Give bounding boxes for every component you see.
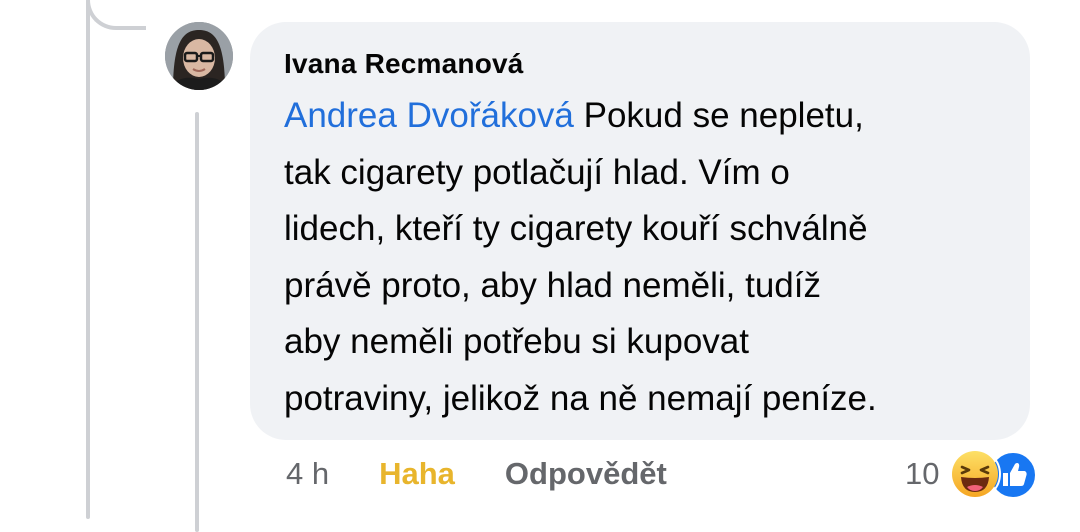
comment-line: Pokud se nepletu,	[573, 96, 864, 135]
haha-reaction-button[interactable]: Haha	[379, 456, 455, 492]
reaction-summary[interactable]: 10	[905, 448, 1038, 500]
comment-actions: 4 h Haha Odpovědět	[286, 452, 667, 496]
mention-link[interactable]: Andrea Dvořáková	[284, 96, 574, 135]
haha-icon	[949, 448, 1002, 500]
comment-line: tak cigarety potlačují hlad. Vím o	[284, 152, 790, 192]
reaction-count: 10	[905, 456, 940, 491]
timestamp[interactable]: 4 h	[286, 456, 329, 492]
comment-author[interactable]: Ivana Recmanová	[284, 48, 996, 80]
reply-thread-line	[195, 112, 199, 532]
comment-line: lidech, kteří ty cigarety kouří schválně	[284, 209, 868, 248]
avatar-photo	[165, 22, 233, 90]
comment-line: právě proto, aby hlad neměli, tudíž	[284, 265, 821, 305]
thread-line	[86, 0, 90, 519]
comment-line: potraviny, jelikož na ně nemají peníze.	[284, 378, 877, 418]
reply-button[interactable]: Odpovědět	[505, 456, 667, 492]
comment-bubble: Ivana Recmanová Andrea Dvořáková Pokud s…	[250, 22, 1030, 440]
comment-line: aby neměli potřebu si kupovat	[284, 322, 749, 361]
avatar[interactable]	[165, 22, 233, 90]
thread-connector	[86, 0, 146, 30]
comment-text: Andrea Dvořáková Pokud se nepletu, tak ci…	[284, 88, 996, 427]
reaction-icons	[949, 448, 1038, 500]
